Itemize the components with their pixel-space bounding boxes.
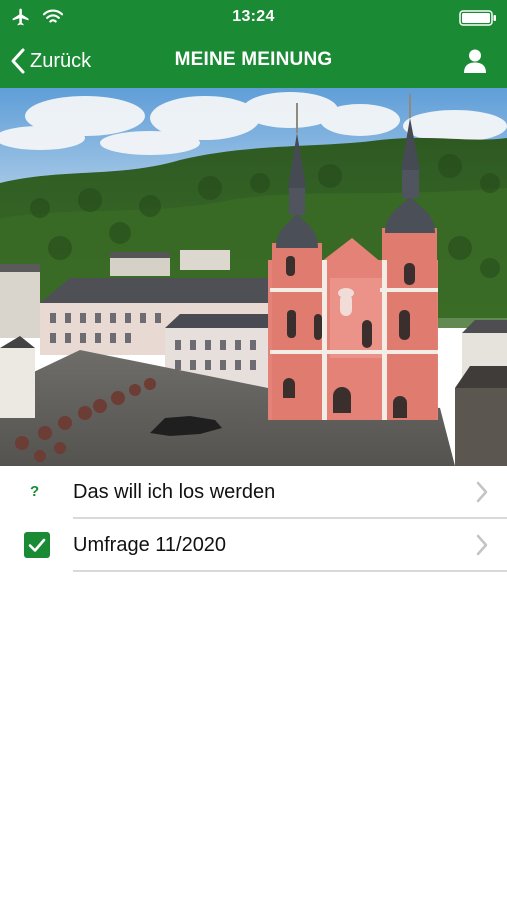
back-button[interactable]: Zurück bbox=[10, 46, 91, 76]
menu-list: ? Das will ich los werden Umfrage 11/202… bbox=[0, 466, 507, 572]
list-item-label: Umfrage 11/2020 bbox=[73, 534, 227, 556]
checkbox-checked-icon bbox=[24, 532, 50, 558]
divider bbox=[73, 570, 507, 572]
list-item-label: Das will ich los werden bbox=[73, 481, 276, 503]
question-mark-icon: ? bbox=[30, 483, 40, 500]
nav-bar: Zurück MEINE MEINUNG bbox=[0, 34, 507, 88]
status-right bbox=[459, 10, 497, 31]
status-time: 13:24 bbox=[232, 8, 275, 25]
chevron-right-icon bbox=[476, 481, 488, 503]
status-bar: 13:24 bbox=[0, 0, 507, 34]
back-button-label: Zurück bbox=[30, 49, 92, 72]
list-item-survey[interactable]: Umfrage 11/2020 bbox=[0, 519, 507, 572]
church-photo bbox=[0, 88, 507, 466]
chevron-right-icon bbox=[476, 534, 488, 556]
battery-icon bbox=[459, 10, 496, 26]
user-icon bbox=[464, 49, 486, 73]
chevron-left-icon bbox=[11, 48, 25, 74]
profile-button[interactable] bbox=[461, 47, 489, 75]
list-item-feedback[interactable]: ? Das will ich los werden bbox=[0, 466, 507, 519]
